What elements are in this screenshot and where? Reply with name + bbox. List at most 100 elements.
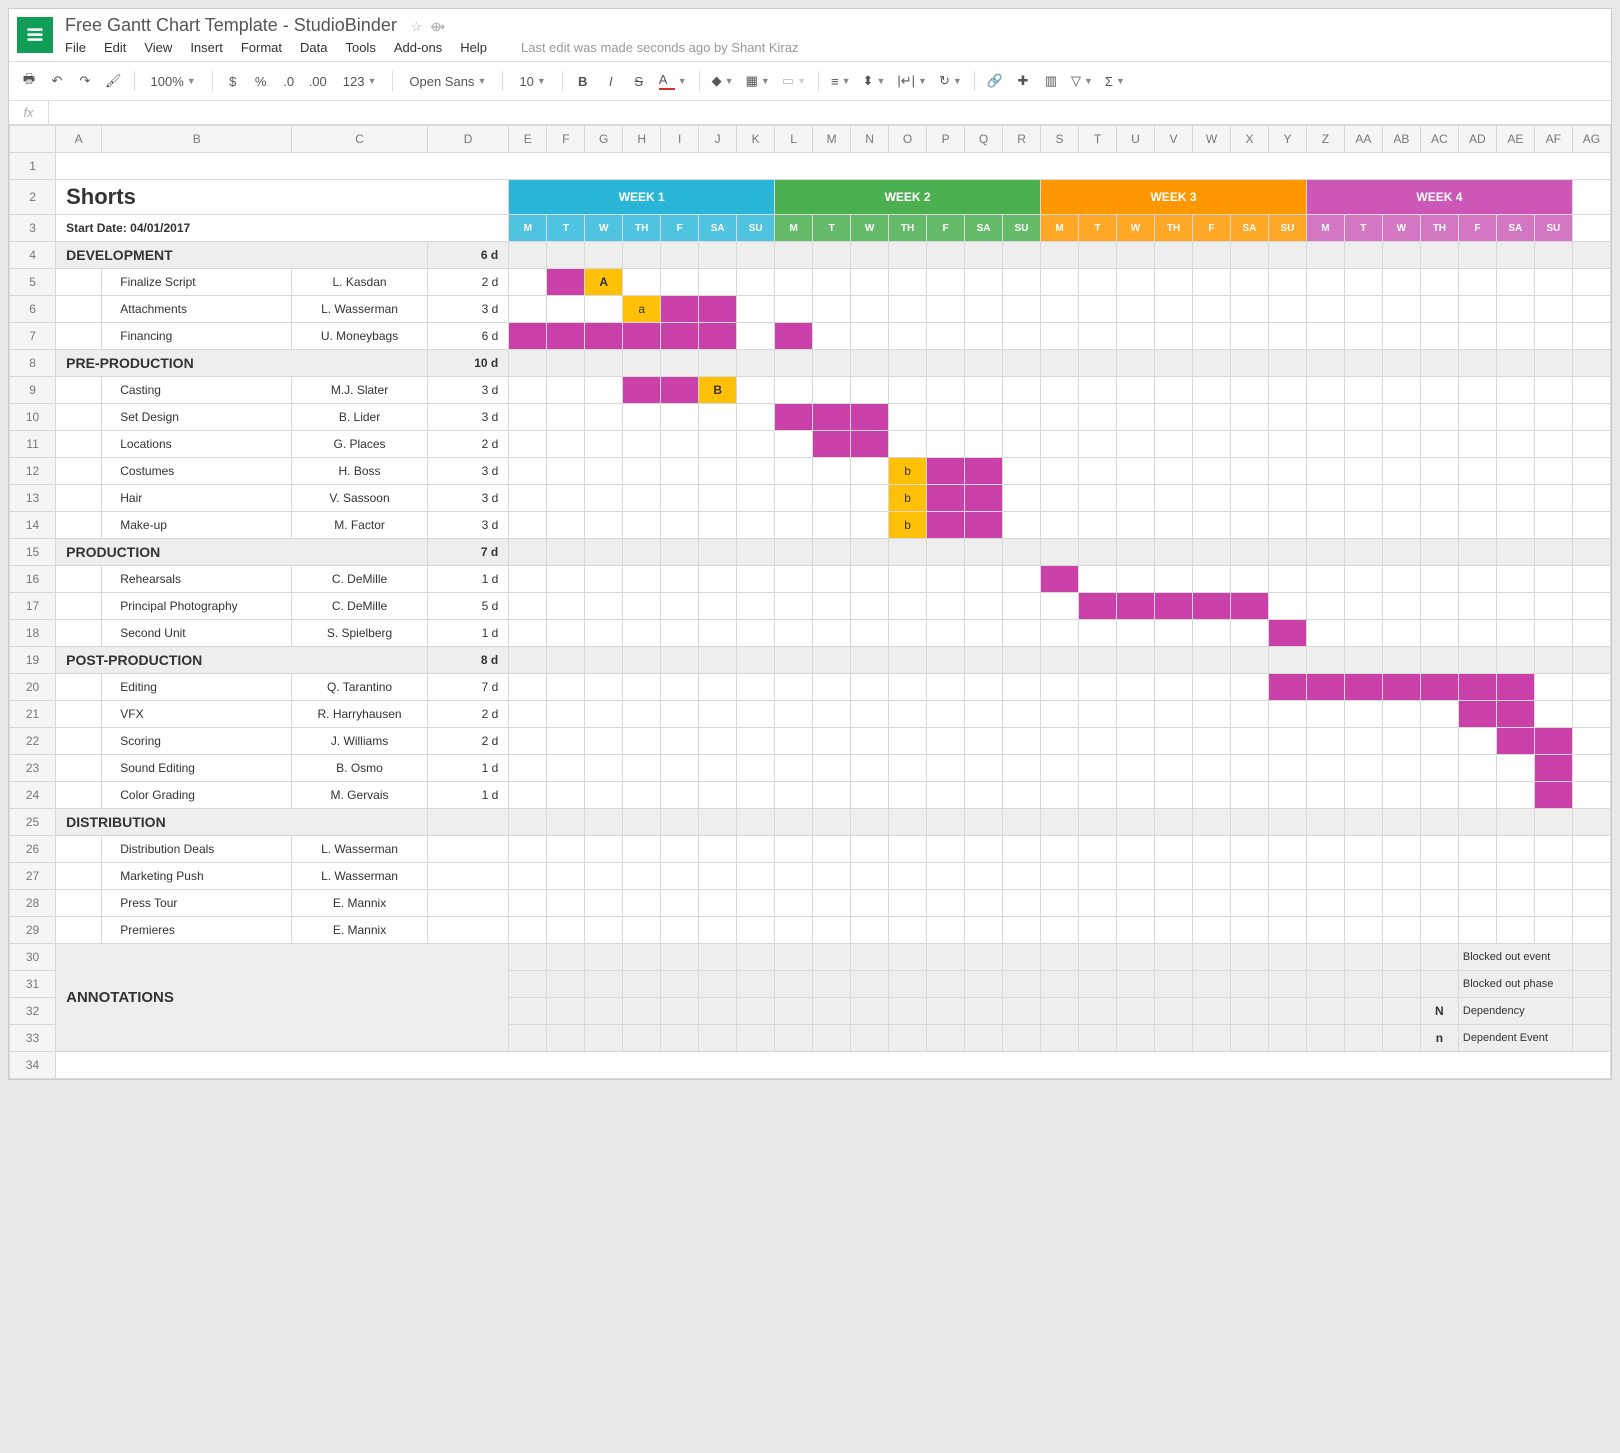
gantt-cell[interactable]: [1306, 404, 1344, 431]
gantt-cell[interactable]: [737, 458, 775, 485]
gantt-cell[interactable]: [1344, 377, 1382, 404]
gantt-cell[interactable]: [737, 269, 775, 296]
gantt-cell[interactable]: [1192, 728, 1230, 755]
gantt-cell[interactable]: [1041, 593, 1079, 620]
task-owner[interactable]: H. Boss: [292, 458, 428, 485]
gantt-cell[interactable]: [509, 674, 547, 701]
section-name[interactable]: PRE-PRODUCTION: [56, 350, 428, 377]
gantt-cell[interactable]: [965, 836, 1003, 863]
day-header[interactable]: F: [1458, 215, 1496, 242]
gantt-cell[interactable]: [623, 836, 661, 863]
gantt-cell[interactable]: [1192, 458, 1230, 485]
day-header[interactable]: TH: [1420, 215, 1458, 242]
gantt-cell[interactable]: [1003, 269, 1041, 296]
decrease-decimal-button[interactable]: .0: [277, 68, 301, 94]
gantt-cell[interactable]: [1041, 836, 1079, 863]
gantt-cell[interactable]: [851, 458, 889, 485]
gantt-cell[interactable]: [547, 890, 585, 917]
day-header[interactable]: W: [1382, 215, 1420, 242]
gantt-cell[interactable]: [1003, 485, 1041, 512]
gantt-cell[interactable]: [1230, 242, 1268, 269]
gantt-cell[interactable]: [965, 485, 1003, 512]
gantt-cell[interactable]: [1420, 809, 1458, 836]
task-owner[interactable]: R. Harryhausen: [292, 701, 428, 728]
gantt-cell[interactable]: [1230, 269, 1268, 296]
cell[interactable]: [889, 971, 927, 998]
gantt-cell[interactable]: [1117, 701, 1155, 728]
gantt-cell[interactable]: [1458, 404, 1496, 431]
gantt-cell[interactable]: [1344, 674, 1382, 701]
gantt-cell[interactable]: [965, 782, 1003, 809]
gantt-cell[interactable]: [1306, 701, 1344, 728]
task-owner[interactable]: M. Gervais: [292, 782, 428, 809]
gantt-cell[interactable]: [851, 809, 889, 836]
gantt-cell[interactable]: [699, 728, 737, 755]
cell[interactable]: [56, 566, 102, 593]
gantt-cell[interactable]: [927, 701, 965, 728]
cell[interactable]: [585, 1025, 623, 1052]
gantt-cell[interactable]: [1420, 485, 1458, 512]
row-header-7[interactable]: 7: [10, 323, 56, 350]
gantt-cell[interactable]: [1458, 890, 1496, 917]
gantt-cell[interactable]: [1306, 890, 1344, 917]
gantt-cell[interactable]: [1003, 890, 1041, 917]
gantt-cell[interactable]: [1420, 350, 1458, 377]
cell[interactable]: [56, 620, 102, 647]
gantt-cell[interactable]: [1117, 458, 1155, 485]
gantt-cell[interactable]: [547, 539, 585, 566]
cell[interactable]: [699, 998, 737, 1025]
gantt-cell[interactable]: [1420, 755, 1458, 782]
gantt-cell[interactable]: [927, 890, 965, 917]
gantt-cell[interactable]: [927, 755, 965, 782]
task-duration[interactable]: 1 d: [427, 755, 508, 782]
gantt-cell[interactable]: [1155, 269, 1193, 296]
gantt-cell[interactable]: [1344, 323, 1382, 350]
gantt-cell[interactable]: [965, 296, 1003, 323]
task-name[interactable]: Color Grading: [102, 782, 292, 809]
col-header-AC[interactable]: AC: [1420, 126, 1458, 153]
gantt-cell[interactable]: [1382, 809, 1420, 836]
gantt-cell[interactable]: [775, 242, 813, 269]
gantt-cell[interactable]: [585, 539, 623, 566]
task-owner[interactable]: U. Moneybags: [292, 323, 428, 350]
gantt-cell[interactable]: [547, 809, 585, 836]
cell[interactable]: [1306, 1025, 1344, 1052]
gantt-cell[interactable]: [1382, 485, 1420, 512]
gantt-cell[interactable]: [775, 323, 813, 350]
col-header-AG[interactable]: AG: [1572, 126, 1610, 153]
gantt-cell[interactable]: [889, 890, 927, 917]
gantt-cell[interactable]: [813, 647, 851, 674]
gantt-cell[interactable]: [623, 350, 661, 377]
col-header-M[interactable]: M: [813, 126, 851, 153]
col-header-H[interactable]: H: [623, 126, 661, 153]
gantt-cell[interactable]: [851, 350, 889, 377]
gantt-cell[interactable]: [927, 782, 965, 809]
gantt-cell[interactable]: [775, 593, 813, 620]
gantt-cell[interactable]: [1344, 350, 1382, 377]
gantt-cell[interactable]: [851, 674, 889, 701]
gantt-cell[interactable]: [965, 512, 1003, 539]
gantt-cell[interactable]: [1458, 458, 1496, 485]
gantt-cell[interactable]: [813, 404, 851, 431]
gantt-cell[interactable]: [1041, 917, 1079, 944]
gantt-cell[interactable]: [1458, 485, 1496, 512]
gantt-cell[interactable]: [1268, 242, 1306, 269]
cell[interactable]: [1268, 1025, 1306, 1052]
gantt-cell[interactable]: [965, 809, 1003, 836]
gantt-cell[interactable]: [1079, 917, 1117, 944]
task-name[interactable]: Casting: [102, 377, 292, 404]
gantt-cell[interactable]: [1041, 701, 1079, 728]
gantt-cell[interactable]: [965, 350, 1003, 377]
day-header[interactable]: SA: [965, 215, 1003, 242]
cell[interactable]: [699, 944, 737, 971]
gantt-cell[interactable]: [1117, 863, 1155, 890]
task-duration[interactable]: [427, 863, 508, 890]
gantt-cell[interactable]: [547, 350, 585, 377]
gantt-cell[interactable]: [1382, 863, 1420, 890]
gantt-cell[interactable]: [509, 323, 547, 350]
gantt-cell[interactable]: [1079, 782, 1117, 809]
col-header-C[interactable]: C: [292, 126, 428, 153]
cell[interactable]: [1306, 998, 1344, 1025]
gantt-cell[interactable]: [1458, 242, 1496, 269]
gantt-cell[interactable]: [813, 836, 851, 863]
